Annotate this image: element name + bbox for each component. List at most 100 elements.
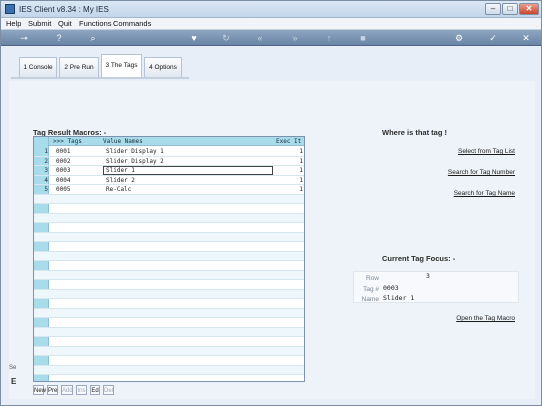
exec-cell[interactable]: 1	[299, 186, 303, 193]
row-number: 2	[44, 157, 48, 165]
tag-number-label: Tag #	[363, 286, 379, 293]
app-icon	[5, 4, 15, 14]
table-row[interactable]: 1 0001 Slider Display 1 1	[34, 147, 304, 157]
upload-icon[interactable]: ↑	[323, 33, 335, 43]
empty-row[interactable]	[34, 337, 304, 347]
menu-commands[interactable]: Commands	[113, 19, 151, 28]
open-tag-macro-link[interactable]: Open the Tag Macro	[456, 315, 515, 322]
empty-row[interactable]	[34, 308, 304, 318]
empty-row[interactable]	[34, 232, 304, 242]
tag-cell[interactable]: 0005	[56, 186, 70, 193]
value-name-cell[interactable]: Slider Display 2	[106, 158, 164, 165]
key-icon[interactable]: ⊸	[15, 33, 33, 43]
edit-button[interactable]: Ed	[90, 385, 100, 395]
minimize-button[interactable]: –	[485, 3, 501, 15]
table-row[interactable]: 2 0002 Slider Display 2 1	[34, 157, 304, 166]
exec-cell[interactable]: 1	[299, 158, 303, 165]
value-name-cell[interactable]: Slider Display 1	[106, 148, 164, 155]
side-panel-label: Se	[9, 365, 17, 371]
delete-button[interactable]: Del	[103, 385, 114, 395]
check-icon[interactable]: ✓	[487, 33, 499, 43]
tab-options[interactable]: 4 Options	[144, 57, 182, 77]
new-button[interactable]: New	[33, 385, 46, 395]
exec-cell[interactable]: 1	[299, 167, 303, 174]
row-number: 1	[44, 148, 48, 155]
empty-row[interactable]	[34, 356, 304, 366]
table-row-selected[interactable]: 3 0003 Slider 1 1	[34, 166, 304, 176]
tab-console[interactable]: 1 Console	[19, 57, 57, 77]
tab-underline	[11, 77, 189, 79]
empty-row[interactable]	[34, 194, 304, 204]
empty-row[interactable]	[34, 223, 304, 233]
focus-title: Current Tag Focus: -	[382, 254, 456, 263]
exec-cell[interactable]: 1	[299, 177, 303, 184]
select-from-tag-list-link[interactable]: Select from Tag List	[458, 148, 515, 155]
tag-cell[interactable]: 0004	[56, 177, 70, 184]
menu-bar: Help Submit Quit Functions Commands	[1, 18, 541, 30]
empty-row[interactable]	[34, 327, 304, 337]
rewind-icon[interactable]: «	[254, 33, 266, 43]
search-tag-name-link[interactable]: Search for Tag Name	[454, 190, 515, 197]
name-value: Slider 1	[383, 294, 415, 302]
close-icon[interactable]: ✕	[520, 33, 532, 43]
tag-cell[interactable]: 0002	[56, 158, 70, 165]
stop-icon[interactable]: ■	[357, 33, 369, 43]
empty-row[interactable]	[34, 251, 304, 261]
search-tag-number-link[interactable]: Search for Tag Number	[448, 169, 515, 176]
exec-cell[interactable]: 1	[299, 148, 303, 155]
grid-footer-toolbar: New Pre Add Ins Ed Del	[33, 384, 305, 396]
menu-help[interactable]: Help	[6, 19, 21, 28]
menu-functions[interactable]: Functions	[79, 19, 112, 28]
app-window: IES Client v8.34 : My IES – □ ✕ Help Sub…	[0, 0, 542, 406]
add-button[interactable]: Add	[61, 385, 73, 395]
title-bar: IES Client v8.34 : My IES – □ ✕	[1, 1, 541, 18]
ins-button[interactable]: Ins	[76, 385, 87, 395]
menu-submit[interactable]: Submit	[28, 19, 51, 28]
fast-forward-icon[interactable]: »	[289, 33, 301, 43]
table-row[interactable]: 4 0004 Slider 2 1	[34, 176, 304, 185]
grid-header: >>> Tags Value Names Exec It	[49, 137, 304, 146]
column-header-tags[interactable]: >>> Tags	[53, 138, 82, 145]
search-icon[interactable]: ⌕	[87, 33, 99, 43]
empty-row[interactable]	[34, 213, 304, 223]
empty-row[interactable]	[34, 346, 304, 356]
tab-the-tags[interactable]: 3 The Tags	[101, 54, 142, 78]
empty-row[interactable]	[34, 318, 304, 328]
empty-row[interactable]	[34, 204, 304, 214]
tag-cell[interactable]: 0003	[56, 167, 70, 174]
row-label: Row	[365, 275, 379, 282]
menu-quit[interactable]: Quit	[58, 19, 72, 28]
help-icon[interactable]: ?	[53, 33, 65, 43]
toolbar: ⊸ ? ⌕ ♥ ↻ « » ↑ ■ ⚙ ✓ ✕	[1, 30, 541, 46]
maximize-button[interactable]: □	[502, 3, 518, 15]
empty-row[interactable]	[34, 270, 304, 280]
row-number: 3	[44, 167, 48, 174]
row-number: 4	[44, 176, 48, 184]
tab-pre-run[interactable]: 2 Pre Run	[59, 57, 99, 77]
close-window-button[interactable]: ✕	[519, 3, 539, 15]
column-header-value-names[interactable]: Value Names	[103, 138, 143, 145]
settings-icon[interactable]: ⚙	[453, 33, 465, 43]
window-title: IES Client v8.34 : My IES	[19, 5, 109, 14]
empty-row[interactable]	[34, 261, 304, 271]
row-value: 3	[426, 272, 430, 280]
row-number: 5	[44, 186, 48, 193]
value-name-cell[interactable]: Slider 2	[106, 177, 135, 184]
table-row[interactable]: 5 0005 Re-Calc 1	[34, 185, 304, 195]
side-panel-letter: E	[11, 377, 17, 386]
name-label: Name	[361, 296, 379, 303]
value-name-cell[interactable]: Re-Calc	[106, 186, 131, 193]
empty-row[interactable]	[34, 365, 304, 375]
heart-icon[interactable]: ♥	[188, 33, 200, 43]
tag-cell[interactable]: 0001	[56, 148, 70, 155]
refresh-icon[interactable]: ↻	[220, 33, 232, 43]
empty-row[interactable]	[34, 289, 304, 299]
pre-button[interactable]: Pre	[47, 385, 58, 395]
macros-grid[interactable]: >>> Tags Value Names Exec It 1 0001 Slid…	[33, 136, 305, 382]
empty-row[interactable]	[34, 280, 304, 290]
column-header-exec-it[interactable]: Exec It	[276, 138, 301, 145]
empty-row[interactable]	[34, 299, 304, 309]
where-title: Where is that tag !	[382, 128, 448, 137]
empty-row[interactable]	[34, 242, 304, 252]
value-name-cell-editing[interactable]: Slider 1	[103, 166, 273, 175]
